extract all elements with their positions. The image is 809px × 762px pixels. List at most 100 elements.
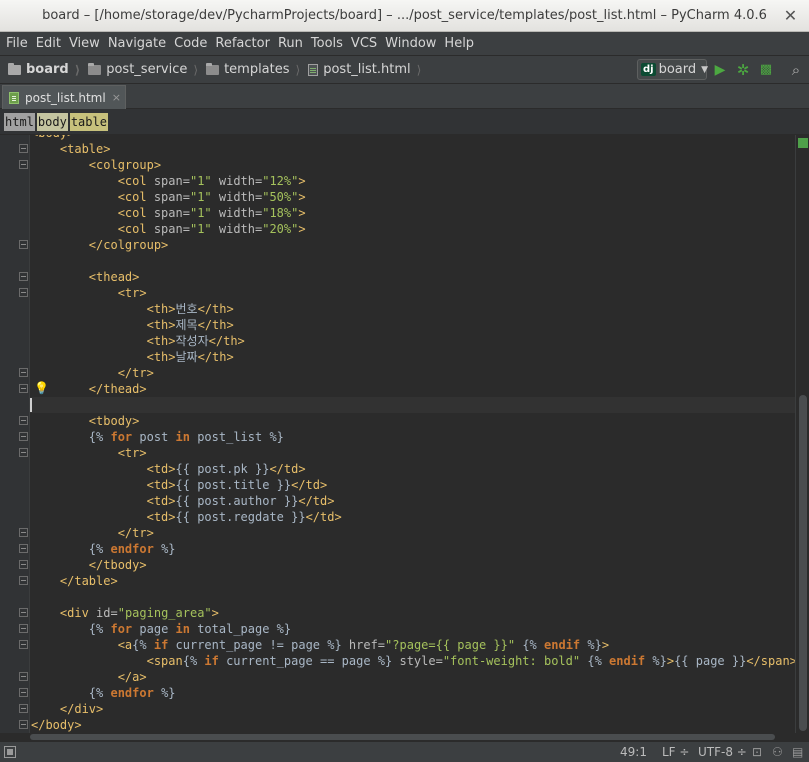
fold-marker-icon[interactable]	[19, 448, 28, 457]
menu-vcs[interactable]: VCS	[347, 36, 381, 51]
code-editor[interactable]: <body> <table> <colgroup> <col span="1" …	[0, 135, 795, 733]
code-line[interactable]: <a{% if current_page != page %} href="?p…	[30, 637, 795, 653]
menu-help[interactable]: Help	[440, 36, 478, 51]
debug-bug-icon[interactable]: ✲	[734, 61, 752, 79]
fold-marker-icon[interactable]	[19, 720, 28, 729]
breadcrumb-post-list[interactable]: post_list.html ⟩	[300, 62, 421, 77]
fold-marker-icon[interactable]	[19, 704, 28, 713]
run-coverage-icon[interactable]: ▩	[757, 61, 775, 79]
code-line[interactable]: <th>날짜</th>	[30, 349, 795, 365]
horizontal-scrollbar[interactable]	[30, 733, 795, 741]
menu-window[interactable]: Window	[381, 36, 440, 51]
code-line[interactable]: {% for page in total_page %}	[30, 621, 795, 637]
line-separator[interactable]: LF ÷	[662, 745, 689, 759]
code-line[interactable]: </div>	[30, 701, 795, 717]
event-log-icon[interactable]: ▤	[792, 745, 803, 759]
breadcrumb-templates[interactable]: templates ⟩	[198, 62, 300, 77]
code-line[interactable]: <th>번호</th>	[30, 301, 795, 317]
tab-post-list[interactable]: post_list.html ×	[2, 85, 126, 109]
code-line[interactable]: <th>제목</th>	[30, 317, 795, 333]
menu-edit[interactable]: Edit	[32, 36, 65, 51]
code-line[interactable]: <col span="1" width="18%">	[30, 205, 795, 221]
tag-crumb-html[interactable]: html	[4, 112, 35, 131]
tag-crumb-body[interactable]: body	[36, 112, 68, 131]
vertical-scrollbar-thumb[interactable]	[799, 395, 807, 731]
fold-marker-icon[interactable]	[19, 416, 28, 425]
fold-marker-icon[interactable]	[19, 384, 28, 393]
inspector-icon[interactable]: ⚇	[772, 745, 783, 759]
menu-tools[interactable]: Tools	[307, 36, 347, 51]
tool-windows-toggle-icon[interactable]	[4, 746, 16, 758]
intention-bulb-icon[interactable]: 💡	[34, 381, 49, 395]
fold-marker-icon[interactable]	[19, 144, 28, 153]
code-line[interactable]: <col span="1" width="20%">	[30, 221, 795, 237]
fold-marker-icon[interactable]	[19, 272, 28, 281]
tab-close-icon[interactable]: ×	[112, 91, 121, 104]
window-close-icon[interactable]: ✕	[782, 7, 799, 24]
menu-refactor[interactable]: Refactor	[211, 36, 274, 51]
code-line[interactable]: <td>{{ post.regdate }}</td>	[30, 509, 795, 525]
code-line[interactable]: {% endfor %}	[30, 541, 795, 557]
fold-marker-icon[interactable]	[19, 432, 28, 441]
fold-marker-icon[interactable]	[19, 528, 28, 537]
tag-crumb-table[interactable]: table	[69, 112, 108, 131]
fold-marker-icon[interactable]	[19, 624, 28, 633]
editor-gutter[interactable]	[0, 135, 30, 733]
code-line[interactable]: <tbody>	[30, 413, 795, 429]
fold-marker-icon[interactable]	[19, 672, 28, 681]
run-icon[interactable]: ▶	[711, 61, 729, 79]
code-line[interactable]	[30, 253, 795, 269]
caret-position[interactable]: 49:1	[620, 745, 647, 759]
code-line[interactable]: </tbody>	[30, 557, 795, 573]
code-line[interactable]: <col span="1" width="50%">	[30, 189, 795, 205]
code-area[interactable]: <body> <table> <colgroup> <col span="1" …	[30, 135, 795, 733]
fold-marker-icon[interactable]	[19, 288, 28, 297]
fold-marker-icon[interactable]	[19, 240, 28, 249]
code-line[interactable]: </table>	[30, 573, 795, 589]
fold-marker-icon[interactable]	[19, 608, 28, 617]
fold-marker-icon[interactable]	[19, 544, 28, 553]
code-line[interactable]: <div id="paging_area">	[30, 605, 795, 621]
code-line[interactable]: {% for post in post_list %}	[30, 429, 795, 445]
lock-icon[interactable]: ⊡	[752, 745, 762, 759]
run-configuration-select[interactable]: dj board ▼	[637, 59, 708, 80]
code-line[interactable]: <th>작성자</th>	[30, 333, 795, 349]
code-line[interactable]: <tr>	[30, 285, 795, 301]
code-line[interactable]: <col span="1" width="12%">	[30, 173, 795, 189]
code-line[interactable]: </tr>	[30, 525, 795, 541]
menu-code[interactable]: Code	[170, 36, 211, 51]
menu-file[interactable]: File	[2, 36, 32, 51]
menu-run[interactable]: Run	[274, 36, 307, 51]
fold-marker-icon[interactable]	[19, 368, 28, 377]
breadcrumb-post-service[interactable]: post_service ⟩	[80, 62, 198, 77]
code-line[interactable]: <table>	[30, 141, 795, 157]
code-line[interactable]: <colgroup>	[30, 157, 795, 173]
search-icon[interactable]: ⌕	[787, 61, 805, 79]
fold-marker-icon[interactable]	[19, 560, 28, 569]
code-line[interactable]: <tr>	[30, 445, 795, 461]
code-line[interactable]: <thead>	[30, 269, 795, 285]
fold-marker-icon[interactable]	[19, 640, 28, 649]
fold-marker-icon[interactable]	[19, 160, 28, 169]
code-line[interactable]: <td>{{ post.title }}</td>	[30, 477, 795, 493]
code-line[interactable]	[30, 589, 795, 605]
code-line[interactable]: </colgroup>	[30, 237, 795, 253]
code-line[interactable]: <span{% if current_page == page %} style…	[30, 653, 795, 669]
code-line[interactable]: </a>	[30, 669, 795, 685]
horizontal-scrollbar-thumb[interactable]	[30, 734, 775, 740]
file-encoding[interactable]: UTF-8 ÷	[698, 745, 747, 759]
menu-view[interactable]: View	[65, 36, 104, 51]
code-line[interactable]: </tr>	[30, 365, 795, 381]
fold-marker-icon[interactable]	[19, 576, 28, 585]
code-line[interactable]: <td>{{ post.author }}</td>	[30, 493, 795, 509]
menu-navigate[interactable]: Navigate	[104, 36, 170, 51]
error-stripe[interactable]	[795, 135, 809, 733]
breadcrumb-board[interactable]: board ⟩	[0, 62, 80, 77]
code-line[interactable]: </body>	[30, 717, 795, 733]
code-line[interactable]: <td>{{ post.pk }}</td>	[30, 461, 795, 477]
fold-marker-icon[interactable]	[19, 688, 28, 697]
code-line[interactable]	[30, 397, 795, 413]
code-line[interactable]: </thead>	[30, 381, 795, 397]
code-line[interactable]: {% endfor %}	[30, 685, 795, 701]
inspection-ok-icon[interactable]	[798, 138, 808, 148]
